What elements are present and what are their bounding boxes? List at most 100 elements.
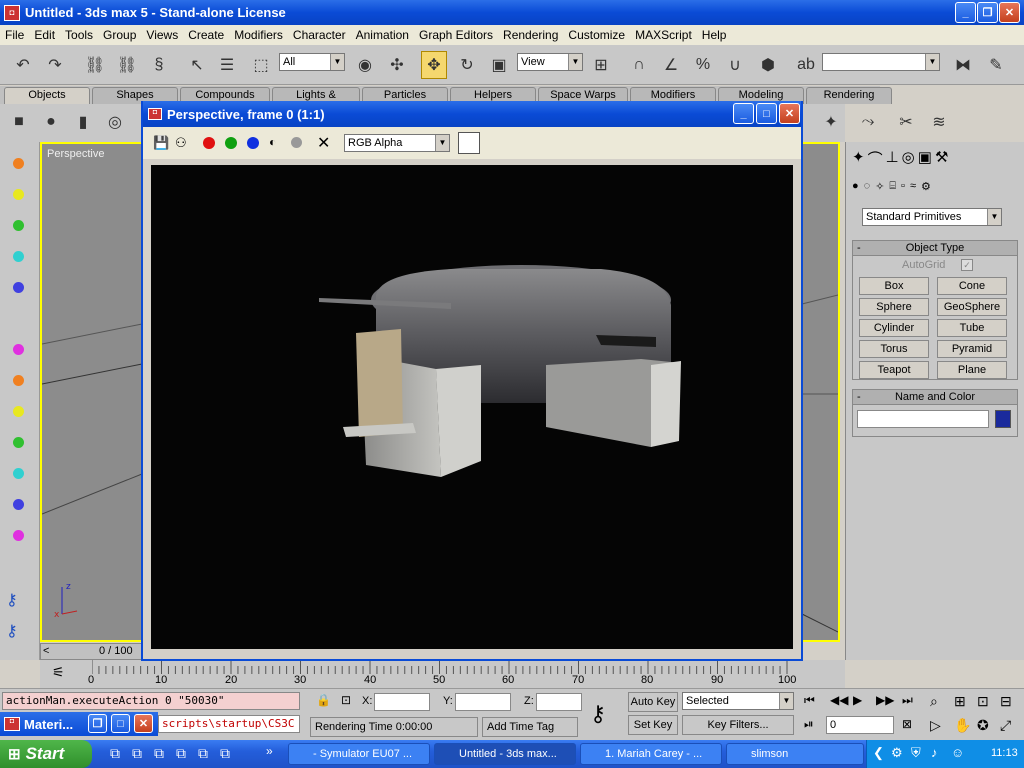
menu-create[interactable]: Create [183, 28, 229, 42]
systems-icon[interactable]: ⚙ [921, 180, 931, 200]
autogrid-checkbox[interactable]: ✓ [961, 259, 973, 271]
lock-icon[interactable]: 🔒 [316, 693, 331, 707]
task-3dsmax[interactable]: Untitled - 3ds max... [434, 743, 576, 765]
object-type-header[interactable]: - Object Type [853, 241, 1017, 256]
select-move-icon[interactable]: ✣ [384, 51, 410, 79]
zoom-icon[interactable]: ⌕ [930, 693, 938, 710]
selection-filter-dropdown[interactable]: All ▼ [279, 53, 345, 71]
zoom-extents-icon[interactable]: ⊡ [977, 693, 989, 710]
bind-spacewarp-icon[interactable]: § [146, 51, 172, 79]
menu-help[interactable]: Help [697, 28, 732, 42]
minimize-button[interactable]: _ [955, 2, 976, 23]
plane-button[interactable]: Plane [937, 361, 1007, 379]
track-bar-icon[interactable]: ⚟ [52, 664, 65, 681]
viewport-label[interactable]: Perspective [47, 148, 104, 160]
chevron-right-icon[interactable]: » [266, 744, 273, 758]
tab-rendering[interactable]: Rendering [806, 87, 892, 104]
spinner-snap-icon[interactable]: ∪ [722, 51, 748, 79]
color-dot-yellow-icon[interactable] [13, 189, 24, 200]
alpha-channel-icon[interactable]: ◐ [269, 135, 276, 149]
save-icon[interactable]: 💾 [153, 135, 169, 151]
field-of-view-icon[interactable]: ▷ [930, 717, 941, 734]
maximize-button[interactable]: □ [111, 714, 130, 733]
clone-icon[interactable]: ⚇ [175, 135, 187, 151]
menu-graph-editors[interactable]: Graph Editors [414, 28, 498, 42]
green-channel-icon[interactable] [225, 137, 237, 149]
pyramid-button[interactable]: Pyramid [937, 340, 1007, 358]
y-coordinate-input[interactable] [455, 693, 511, 711]
key-mode-icon[interactable]: ⏯ [804, 717, 814, 732]
set-key-icon[interactable]: ⚷ [590, 701, 606, 727]
angle-snap-icon[interactable]: ∠ [658, 51, 684, 79]
geometry-icon[interactable]: ● [852, 180, 859, 200]
quicklaunch-icon[interactable]: ⧉ [110, 745, 120, 762]
z-coordinate-input[interactable] [536, 693, 582, 711]
transform-mode-icon[interactable]: ⊡ [341, 693, 351, 707]
menu-maxscript[interactable]: MAXScript [630, 28, 697, 42]
named-selection-dropdown[interactable]: ▼ [822, 53, 940, 71]
quicklaunch-icon[interactable]: ⧉ [132, 745, 142, 762]
pivot-icon[interactable]: ⊞ [588, 51, 614, 79]
close-button[interactable]: ✕ [999, 2, 1020, 23]
modify-tab-icon[interactable]: ⌒ [868, 148, 883, 170]
named-selection-icon[interactable]: ⬢ [755, 51, 781, 79]
task-winamp[interactable]: 1. Mariah Carey - ... [580, 743, 722, 765]
menu-group[interactable]: Group [98, 28, 141, 42]
sphere-button[interactable]: Sphere [859, 298, 929, 316]
task-slimson-folder[interactable]: slimson [726, 743, 864, 765]
knife-icon[interactable]: ✂ [893, 108, 919, 136]
name-color-header[interactable]: - Name and Color [853, 390, 1017, 405]
geosphere-button[interactable]: GeoSphere [937, 298, 1007, 316]
window-crossing-icon[interactable]: ◉ [352, 51, 378, 79]
percent-snap-icon[interactable]: % [690, 51, 716, 79]
utilities-tab-icon[interactable]: ⚒ [935, 148, 948, 170]
play-icon[interactable]: ▶ [853, 693, 862, 707]
menu-customize[interactable]: Customize [563, 28, 630, 42]
color-dot-magenta-icon[interactable] [13, 344, 24, 355]
pointer-yellow-icon[interactable] [13, 406, 24, 417]
motion-tab-icon[interactable]: ◎ [902, 148, 915, 170]
clear-icon[interactable]: ✕ [317, 133, 330, 153]
rotate-icon[interactable]: ↻ [454, 51, 480, 79]
go-to-start-icon[interactable]: ⏮ [804, 693, 815, 708]
cone-button[interactable]: Cone [937, 277, 1007, 295]
torus-icon[interactable]: ◎ [102, 108, 128, 136]
color-dot-cyan-icon[interactable] [13, 251, 24, 262]
color-swatch[interactable] [458, 132, 480, 154]
pointer-orange-icon[interactable] [13, 375, 24, 386]
menu-edit[interactable]: Edit [29, 28, 60, 42]
network-icon[interactable]: ⚙ [891, 745, 903, 761]
select-object-icon[interactable]: ↖ [184, 51, 210, 79]
key-icon[interactable]: ⚷ [6, 621, 18, 641]
snap-3d-icon[interactable]: ∩ [626, 51, 652, 79]
edit-named-sel-icon[interactable]: ab [793, 51, 819, 79]
monochrome-icon[interactable] [291, 137, 302, 148]
object-color-swatch[interactable] [995, 410, 1011, 428]
pan-icon[interactable]: ✋ [954, 717, 971, 734]
move-icon[interactable]: ✥ [421, 51, 447, 79]
color-dot-orange-icon[interactable] [13, 158, 24, 169]
cameras-icon[interactable]: ⌸ [889, 180, 896, 200]
key-filters-button[interactable]: Key Filters... [682, 715, 794, 735]
red-channel-icon[interactable] [203, 137, 215, 149]
lights-icon[interactable]: ✧ [875, 180, 884, 200]
current-frame-input[interactable]: 0 [826, 716, 894, 734]
close-button[interactable]: ✕ [779, 103, 800, 124]
shapes-icon[interactable]: ◌ [864, 180, 871, 200]
sphere-icon[interactable]: ● [38, 108, 64, 136]
arc-rotate-icon[interactable]: ✪ [977, 717, 989, 734]
cylinder-button[interactable]: Cylinder [859, 319, 929, 337]
auto-key-button[interactable]: Auto Key [628, 692, 678, 712]
menu-views[interactable]: Views [141, 28, 183, 42]
pointer-blue-icon[interactable] [13, 499, 24, 510]
quicklaunch-icon[interactable]: ⧉ [198, 745, 208, 762]
next-frame-icon[interactable]: ▶▶ [876, 693, 894, 707]
rect-selection-icon[interactable]: ⬚ [248, 51, 274, 79]
align-icon[interactable]: ✎ [983, 51, 1009, 79]
tab-objects[interactable]: Objects [4, 87, 90, 104]
scale-icon[interactable]: ▣ [486, 51, 512, 79]
select-by-name-icon[interactable]: ☰ [214, 51, 240, 79]
menu-rendering[interactable]: Rendering [498, 28, 563, 42]
quicklaunch-icon[interactable]: ⧉ [154, 745, 164, 762]
link-icon[interactable]: ⛓ [82, 51, 108, 79]
